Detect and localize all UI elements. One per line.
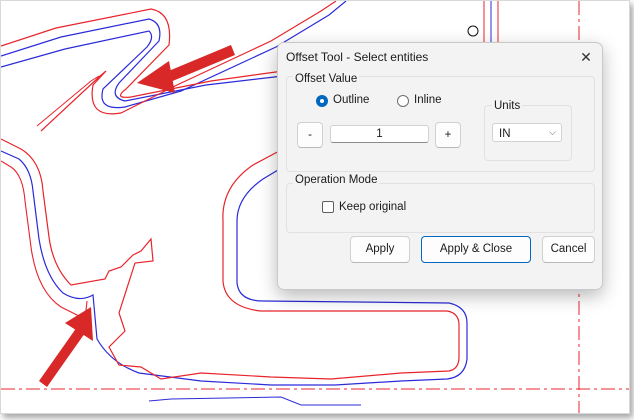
inline-radio[interactable]	[397, 95, 409, 107]
operation-mode-label: Operation Mode	[293, 174, 380, 186]
original-outline	[148, 396, 361, 406]
offset-tool-dialog: Offset Tool - Select entities ✕ Offset V…	[277, 42, 603, 290]
pick-point-marker	[467, 25, 479, 37]
original-outline	[36, 75, 100, 127]
original-outline	[1, 160, 88, 320]
units-label: Units	[492, 100, 523, 112]
keep-original-label[interactable]: Keep original	[339, 201, 406, 213]
outline-radio-label[interactable]: Outline	[333, 94, 369, 106]
offset-outline	[1, 18, 284, 102]
chevron-down-icon: ⌵	[549, 127, 556, 137]
apply-close-button[interactable]: Apply & Close	[421, 236, 531, 263]
close-icon[interactable]: ✕	[576, 47, 596, 67]
outline-radio[interactable]	[316, 95, 328, 107]
units-select-value: IN	[499, 128, 511, 140]
increment-button[interactable]: +	[435, 122, 461, 148]
inline-radio-label[interactable]: Inline	[414, 94, 442, 106]
decrement-button[interactable]: -	[297, 122, 323, 148]
arrow-icon	[39, 307, 93, 387]
cancel-button[interactable]: Cancel	[542, 236, 595, 263]
dialog-titlebar[interactable]: Offset Tool - Select entities ✕	[278, 43, 602, 71]
offset-value-input[interactable]: 1	[330, 125, 429, 143]
units-select[interactable]: IN ⌵	[492, 123, 562, 142]
apply-button[interactable]: Apply	[350, 236, 410, 263]
dialog-title: Offset Tool - Select entities	[286, 50, 429, 64]
keep-original-checkbox[interactable]	[322, 201, 334, 213]
offset-value-label: Offset Value	[293, 73, 360, 85]
